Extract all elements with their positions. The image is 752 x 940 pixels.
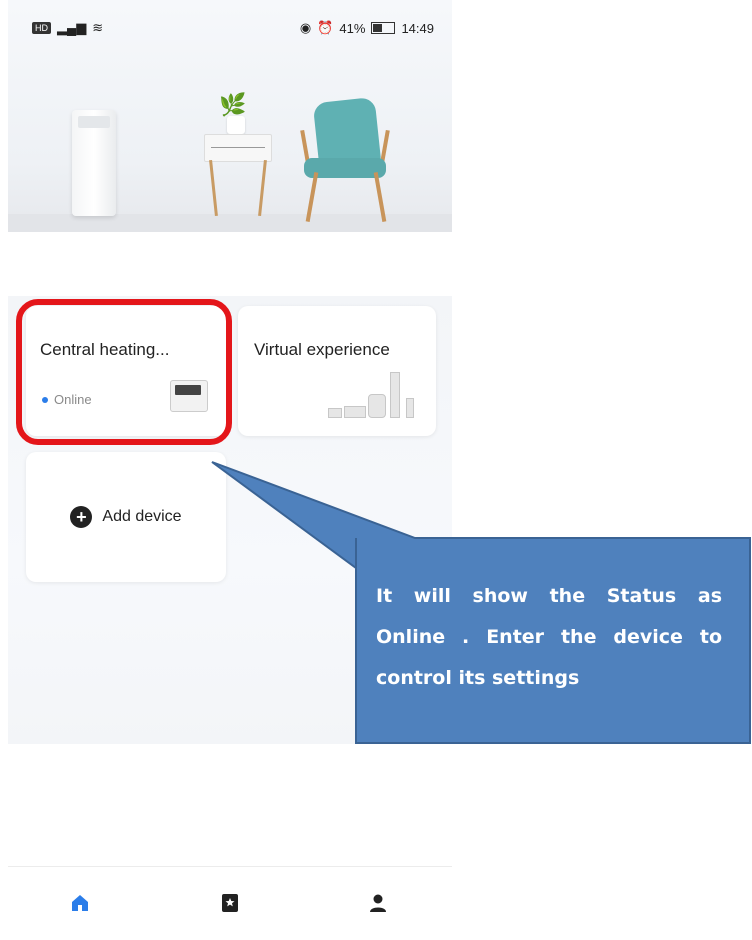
- callout-shape: [211, 461, 751, 744]
- callout-text: It will show the Status as Online . Ente…: [376, 585, 722, 689]
